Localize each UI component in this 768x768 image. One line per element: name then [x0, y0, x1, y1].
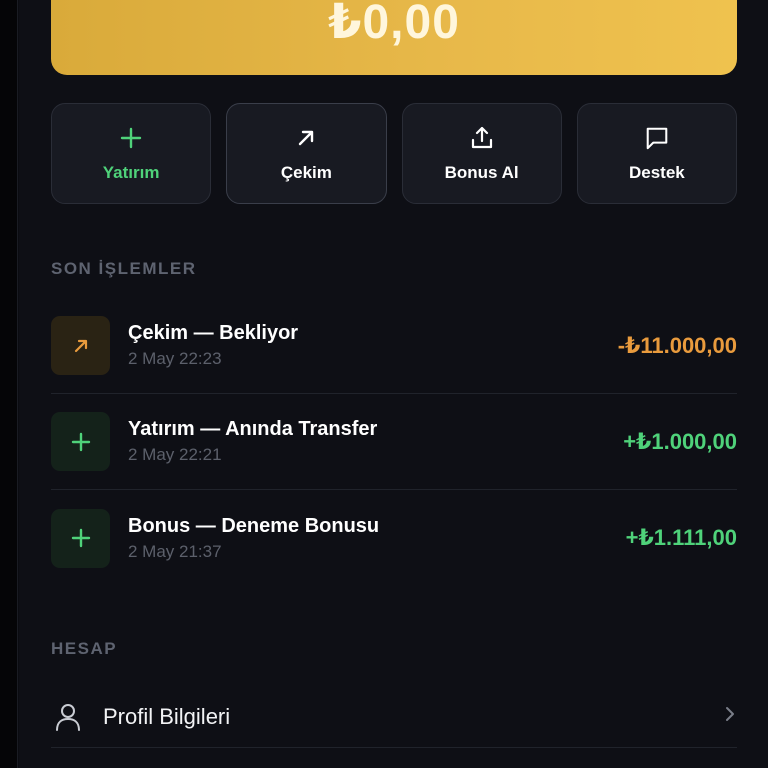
deposit-button[interactable]: Yatırım [51, 103, 212, 204]
transaction-title: Yatırım — Anında Transfer [128, 418, 378, 440]
transaction-amount: +₺1.000,00 [623, 428, 737, 454]
arrow-up-right-icon [293, 125, 319, 151]
quick-actions: Yatırım Çekim Bonus Al Destek [51, 103, 737, 204]
upload-icon [469, 125, 495, 151]
profile-info-item[interactable]: Profil Bilgileri [51, 686, 737, 748]
user-icon [51, 702, 85, 732]
transaction-row[interactable]: Çekim — Bekliyor 2 May 22:23 -₺11.000,00 [51, 298, 737, 394]
plus-icon [51, 412, 110, 471]
recent-transactions-heading: SON İŞLEMLER [51, 259, 197, 278]
support-label: Destek [628, 162, 685, 182]
deposit-label: Yatırım [102, 162, 160, 182]
plus-icon [51, 508, 110, 568]
claim-bonus-button[interactable]: Bonus Al [401, 103, 562, 204]
transaction-title: Bonus — Deneme Bonusu [128, 514, 380, 537]
support-button[interactable]: Destek [576, 103, 737, 204]
chevron-right-icon [723, 705, 737, 728]
withdraw-label: Çekim [280, 162, 332, 182]
profile-info-label: Profil Bilgileri [103, 703, 231, 729]
transaction-row[interactable]: Yatırım — Anında Transfer 2 May 22:21 +₺… [51, 394, 737, 490]
account-heading: HESAP [51, 639, 118, 658]
chat-bubble-icon [644, 125, 670, 151]
transaction-date: 2 May 21:37 [128, 541, 222, 561]
device-left-edge [0, 0, 18, 768]
transaction-title: Çekim — Bekliyor [128, 322, 299, 344]
transaction-row[interactable]: Bonus — Deneme Bonusu 2 May 21:37 +₺1.11… [51, 490, 737, 586]
claim-bonus-label: Bonus Al [444, 162, 519, 182]
transaction-date: 2 May 22:21 [128, 445, 222, 464]
withdraw-button[interactable]: Çekim [226, 103, 387, 204]
plus-icon [118, 125, 144, 151]
transaction-date: 2 May 22:23 [128, 349, 222, 368]
transaction-amount: -₺11.000,00 [617, 332, 737, 358]
balance-amount: ₺0,00 [328, 0, 460, 49]
transaction-amount: +₺1.111,00 [625, 525, 737, 550]
arrow-up-right-icon [51, 316, 110, 375]
transaction-list: Çekim — Bekliyor 2 May 22:23 -₺11.000,00… [51, 298, 737, 586]
balance-card: ₺0,00 [51, 0, 737, 75]
